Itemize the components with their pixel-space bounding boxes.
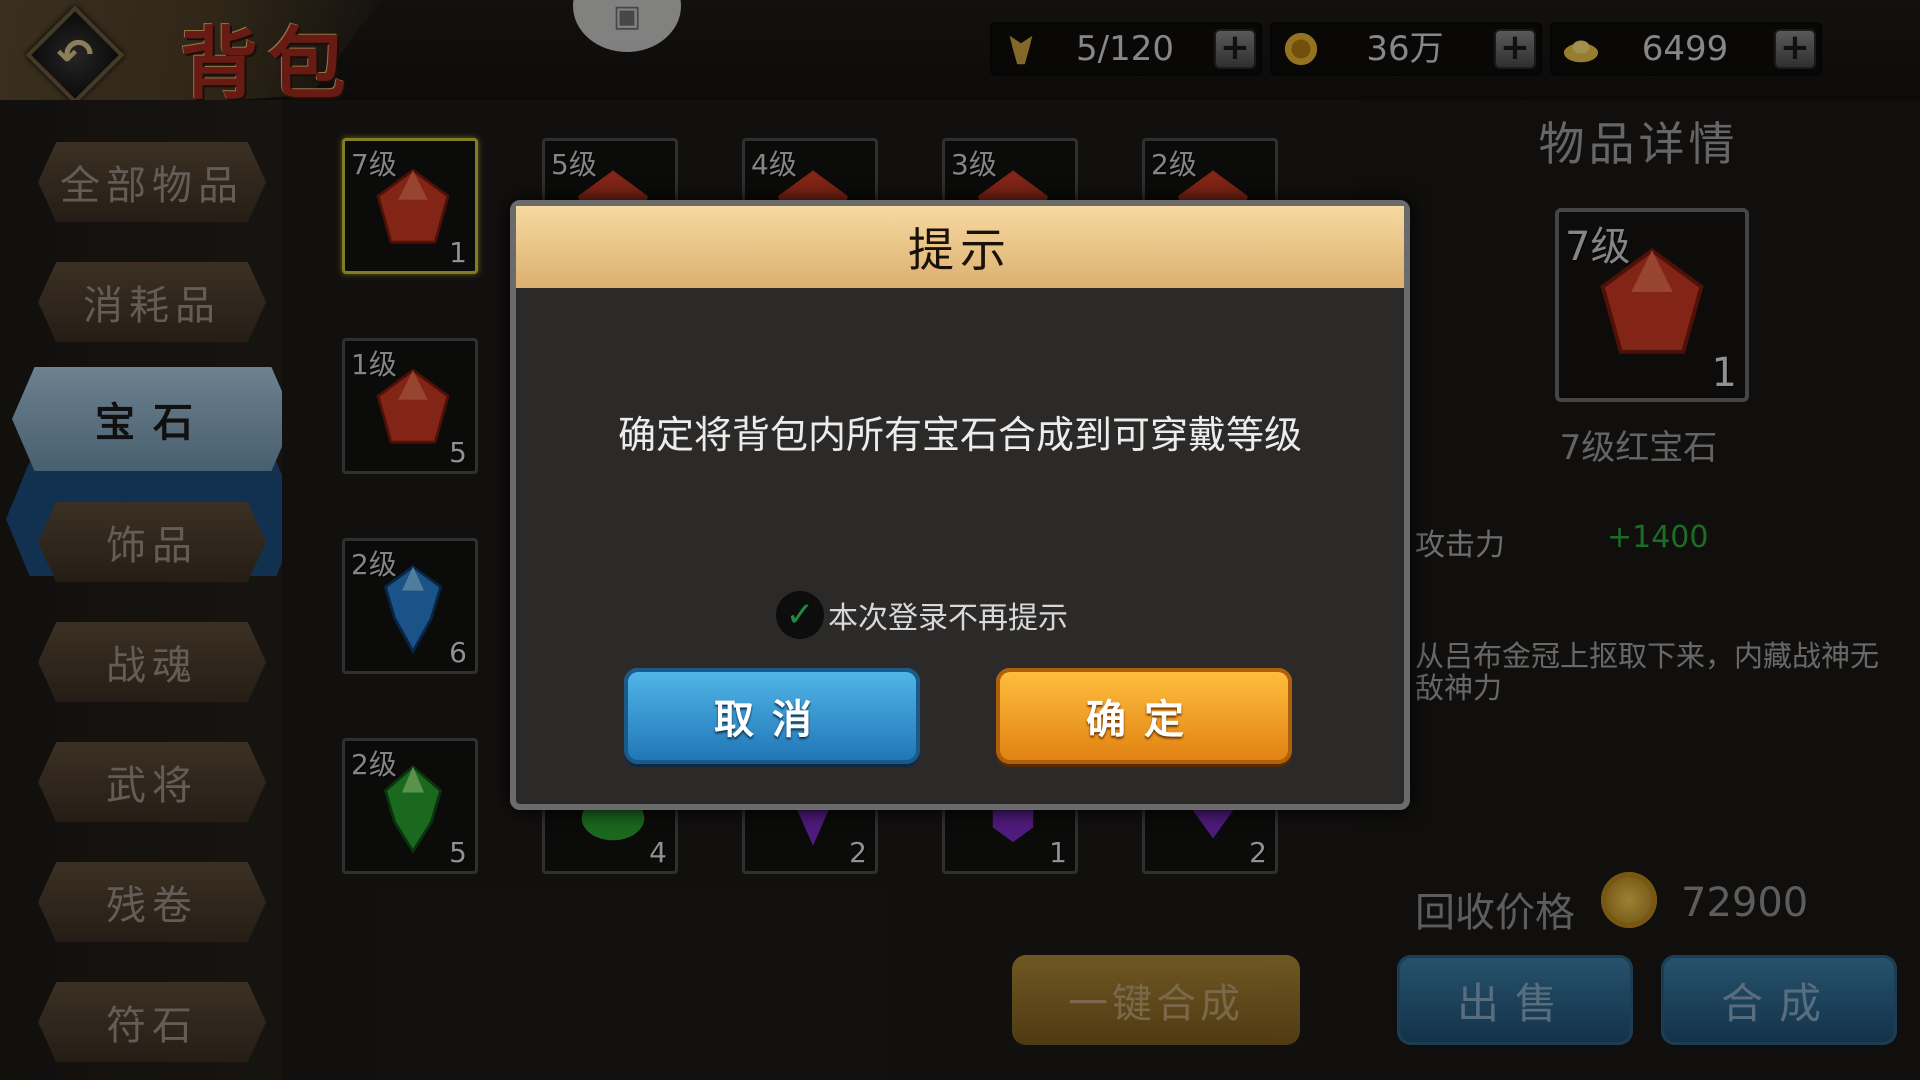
dialog-title: 提示	[908, 223, 1012, 277]
dont-remind-checkbox[interactable]: ✓ 本次登录不再提示	[776, 590, 1068, 640]
dont-remind-label[interactable]: 本次登录不再提示	[828, 593, 1068, 637]
confirm-dialog: 提示 确定将背包内所有宝石合成到可穿戴等级 ✓ 本次登录不再提示 取消 确定	[510, 200, 1410, 810]
cancel-button[interactable]: 取消	[624, 668, 920, 764]
dialog-header: 提示	[516, 206, 1404, 288]
confirm-button[interactable]: 确定	[996, 668, 1292, 764]
checkmark-icon[interactable]: ✓	[776, 591, 824, 639]
dialog-message: 确定将背包内所有宝石合成到可穿戴等级	[617, 413, 1302, 457]
